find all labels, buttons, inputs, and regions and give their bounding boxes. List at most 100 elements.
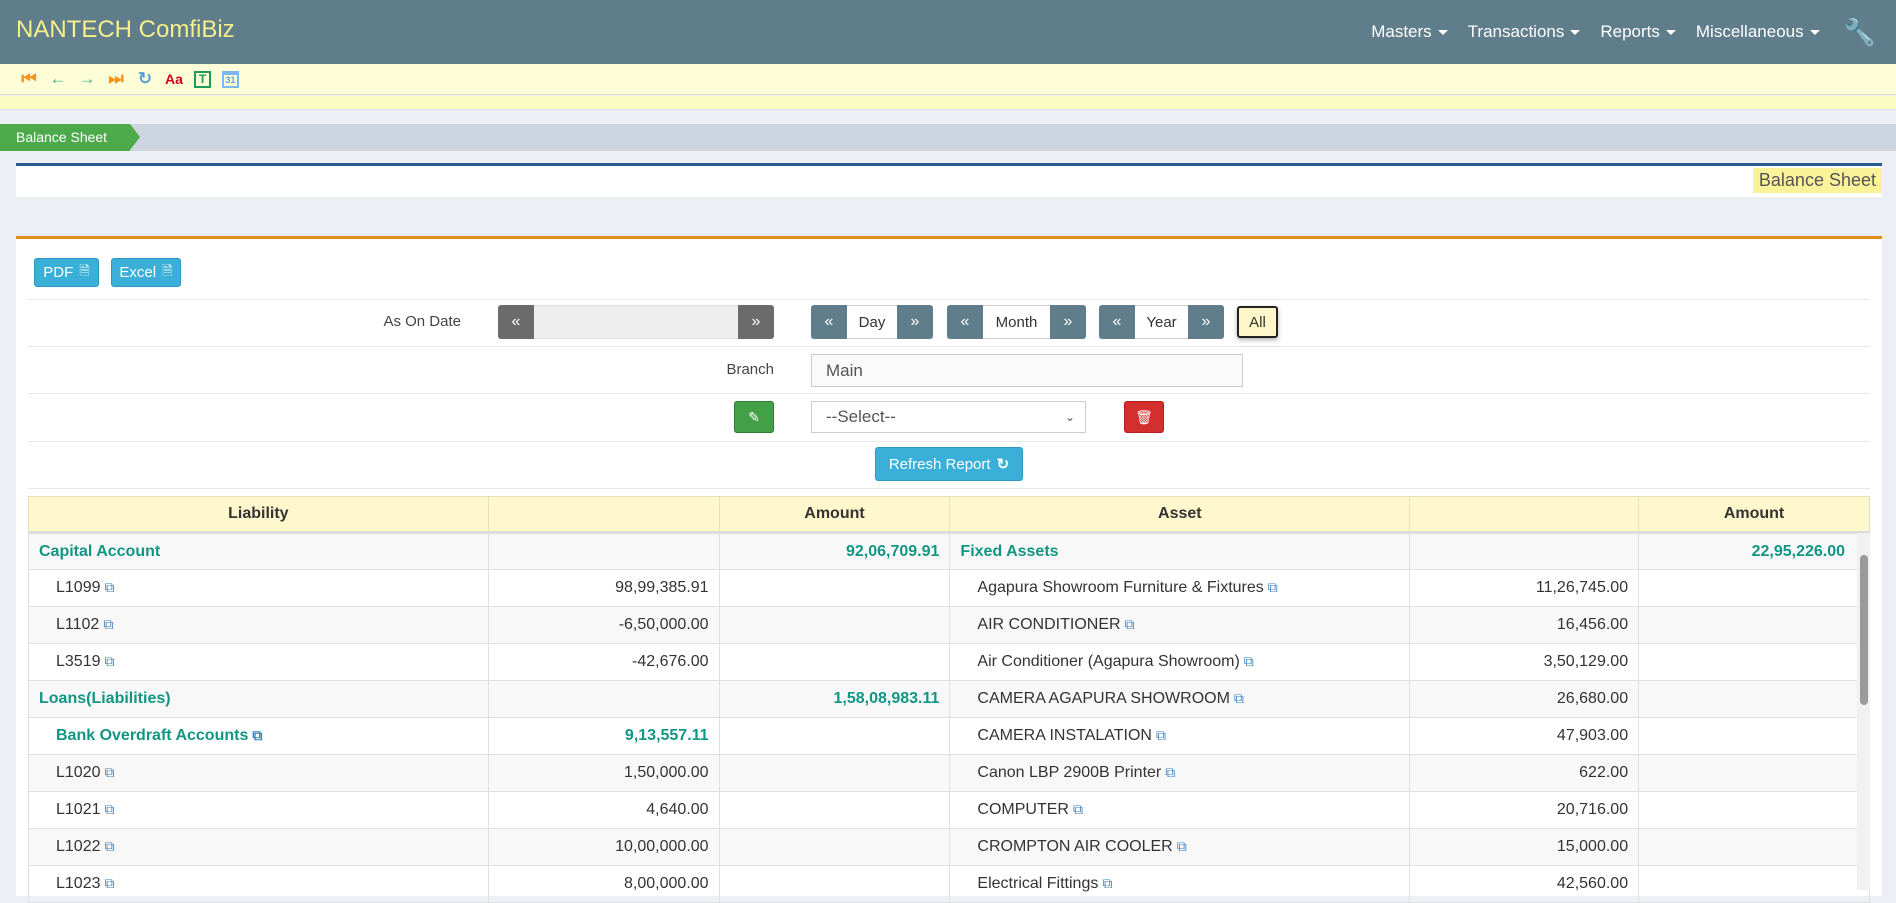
external-link-icon[interactable]: ⧉ (1177, 838, 1187, 854)
external-link-icon[interactable]: ⧉ (1268, 579, 1278, 595)
table-scrollbar[interactable] (1857, 533, 1870, 890)
external-link-icon[interactable]: ⧉ (252, 727, 262, 743)
chevron-down-icon: ⌄ (1064, 410, 1075, 424)
external-link-icon[interactable]: ⧉ (1073, 801, 1083, 817)
refresh-label: Refresh Report (888, 455, 991, 473)
first-record-icon[interactable]: ⏮ (20, 69, 38, 89)
table-row: Capital Account 92,06,709.91 Fixed Assets 2… (28, 532, 1870, 570)
asset-amount (1638, 865, 1870, 903)
table-row: Bank Overdraft Accounts ⧉ 9,13,557.11 CAMER… (28, 717, 1870, 755)
next-arrow-icon[interactable]: → (78, 69, 96, 89)
liability-name[interactable]: Capital Account (28, 532, 489, 570)
asset-amount (1638, 717, 1870, 755)
liability-sub-amount: 9,13,557.11 (487, 717, 720, 755)
edit-pencil-button[interactable]: ✎ (734, 401, 774, 433)
day-next-button[interactable]: » (897, 305, 933, 339)
asset-name[interactable]: CROMPTON AIR COOLER ⧉ (949, 828, 1411, 866)
delete-button[interactable]: 🗑 (1124, 401, 1164, 433)
date-next-button[interactable]: » (738, 305, 774, 339)
year-next-button[interactable]: » (1188, 305, 1224, 339)
liability-label: L1020 (56, 764, 101, 781)
all-button[interactable]: All (1237, 306, 1278, 338)
asset-amount (1638, 754, 1870, 792)
menu-masters[interactable]: Masters (1371, 22, 1448, 42)
calendar-icon[interactable]: 31 (222, 70, 239, 88)
font-icon[interactable]: Aa (165, 71, 183, 87)
menu-reports[interactable]: Reports (1600, 22, 1676, 42)
as-on-date-input[interactable] (534, 305, 738, 339)
scrollbar-thumb[interactable] (1860, 555, 1868, 705)
liability-name[interactable]: L1022 ⧉ (28, 828, 489, 866)
breadcrumb-balance-sheet[interactable]: Balance Sheet (0, 124, 140, 151)
menu-transactions[interactable]: Transactions (1468, 22, 1581, 42)
asset-label: AIR CONDITIONER (977, 616, 1121, 633)
liability-amount: 92,06,709.91 (718, 532, 951, 570)
liability-name[interactable]: L1021 ⧉ (28, 791, 489, 829)
pdf-label: PDF (43, 264, 74, 281)
day-prev-button[interactable]: « (811, 305, 847, 339)
external-link-icon[interactable]: ⧉ (103, 616, 113, 632)
app-title[interactable]: NANTECH ComfiBiz (16, 16, 235, 44)
message-strip (0, 96, 1896, 110)
asset-name[interactable]: Fixed Assets (949, 532, 1411, 570)
excel-button[interactable]: Excel 🗎 (111, 258, 181, 287)
pdf-button[interactable]: PDF 🗎 (34, 258, 99, 287)
asset-amount: 22,95,226.00 (1638, 532, 1870, 570)
main-menu: Masters Transactions Reports Miscellaneo… (1371, 0, 1876, 64)
external-link-icon[interactable]: ⧉ (105, 764, 115, 780)
external-link-icon[interactable]: ⧉ (1234, 690, 1244, 706)
asset-amount (1638, 680, 1870, 718)
external-link-icon[interactable]: ⧉ (1244, 653, 1254, 669)
refresh-icon[interactable]: ↻ (136, 69, 154, 89)
divider (28, 346, 1870, 347)
external-link-icon[interactable]: ⧉ (1102, 875, 1112, 891)
asset-name[interactable]: Air Conditioner (Agapura Showroom) ⧉ (949, 643, 1411, 681)
external-link-icon[interactable]: ⧉ (105, 653, 115, 669)
asset-name[interactable]: Electrical Fittings ⧉ (949, 865, 1411, 903)
asset-label: Canon LBP 2900B Printer (977, 764, 1162, 781)
report-format-select[interactable]: --Select-- ⌄ (811, 401, 1086, 433)
external-link-icon[interactable]: ⧉ (105, 579, 115, 595)
external-link-icon[interactable]: ⧉ (1156, 727, 1166, 743)
month-prev-button[interactable]: « (947, 305, 983, 339)
liability-name[interactable]: Bank Overdraft Accounts ⧉ (28, 717, 489, 755)
col-asset-sub (1409, 496, 1640, 534)
asset-name[interactable]: AIR CONDITIONER ⧉ (949, 606, 1411, 644)
divider (28, 299, 1870, 300)
liability-label: L1023 (56, 875, 101, 892)
asset-name[interactable]: COMPUTER ⧉ (949, 791, 1411, 829)
refresh-report-button[interactable]: Refresh Report ↻ (875, 447, 1023, 481)
asset-name[interactable]: Canon LBP 2900B Printer ⧉ (949, 754, 1411, 792)
external-link-icon[interactable]: ⧉ (105, 838, 115, 854)
external-link-icon[interactable]: ⧉ (105, 875, 115, 891)
last-record-icon[interactable]: ⏭ (107, 69, 125, 89)
date-prev-button[interactable]: « (498, 305, 534, 339)
liability-name[interactable]: L1099 ⧉ (28, 569, 489, 607)
text-icon[interactable]: T (194, 70, 211, 88)
external-link-icon[interactable]: ⧉ (105, 801, 115, 817)
liability-name[interactable]: L1020 ⧉ (28, 754, 489, 792)
liability-name[interactable]: L3519 ⧉ (28, 643, 489, 681)
wrench-icon[interactable]: 🔧 (1844, 17, 1876, 48)
asset-name[interactable]: Agapura Showroom Furniture & Fixtures ⧉ (949, 569, 1411, 607)
menu-miscellaneous[interactable]: Miscellaneous (1696, 22, 1820, 42)
previous-arrow-icon[interactable]: ← (49, 69, 67, 89)
divider (28, 488, 1870, 489)
liability-label: L1021 (56, 801, 101, 818)
pdf-file-icon: 🗎 (79, 262, 90, 278)
external-link-icon[interactable]: ⧉ (1165, 764, 1175, 780)
liability-name[interactable]: Loans(Liabilities) (28, 680, 489, 718)
liability-name[interactable]: L1102 ⧉ (28, 606, 489, 644)
asset-name[interactable]: CAMERA INSTALATION ⧉ (949, 717, 1411, 755)
liability-amount (718, 643, 951, 681)
external-link-icon[interactable]: ⧉ (1125, 616, 1135, 632)
branch-input[interactable]: Main (811, 354, 1243, 387)
asset-name[interactable]: CAMERA AGAPURA SHOWROOM ⧉ (949, 680, 1411, 718)
asset-sub-amount: 622.00 (1409, 754, 1640, 792)
liability-name[interactable]: L1023 ⧉ (28, 865, 489, 903)
asset-amount (1638, 791, 1870, 829)
liability-sub-amount: -6,50,000.00 (487, 606, 720, 644)
branch-label: Branch (726, 361, 774, 378)
year-prev-button[interactable]: « (1099, 305, 1135, 339)
month-next-button[interactable]: » (1050, 305, 1086, 339)
